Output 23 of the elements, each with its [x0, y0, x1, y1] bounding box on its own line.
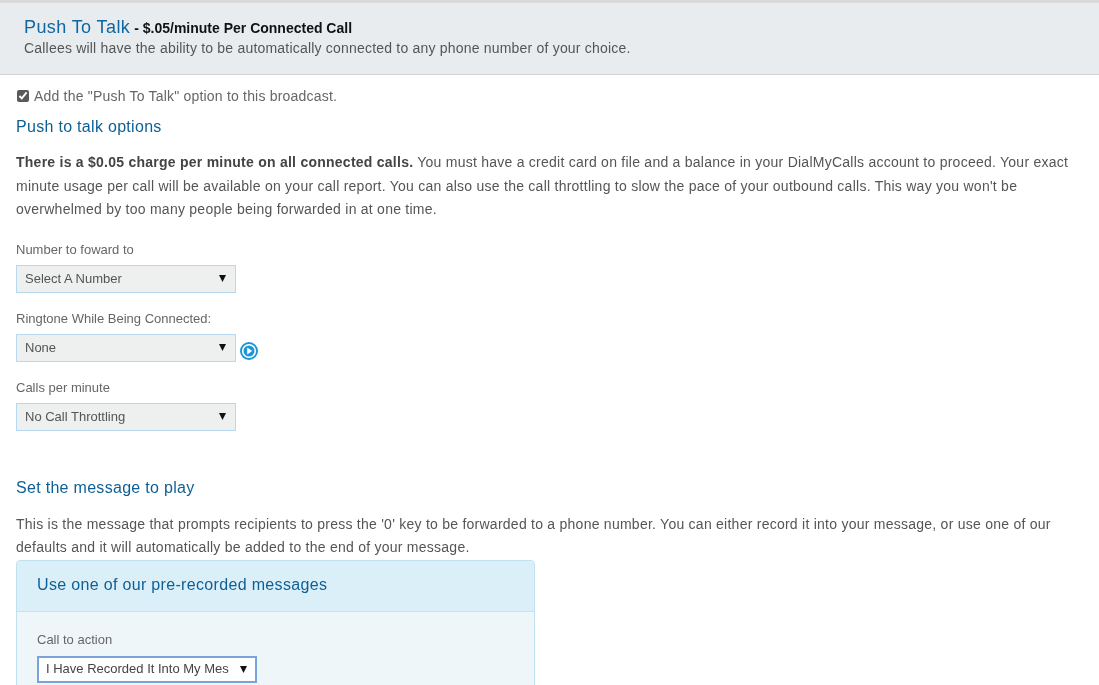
dropdown[interactable]: No Call Throttling	[16, 402, 236, 431]
caret-icon	[219, 344, 226, 351]
section-heading: Push to talk options	[16, 117, 163, 137]
field-label: Ringtone While Being Connected:	[16, 309, 213, 328]
caret-icon	[219, 413, 226, 420]
price-note: - $.05/minute Per Connected Call	[134, 20, 353, 36]
panel-title: Use one of our pre-recorded messages	[37, 574, 329, 595]
dropdown[interactable]: None	[16, 333, 236, 362]
field-label: Call to action	[37, 630, 114, 649]
dropdown[interactable]: Select A Number	[16, 264, 236, 293]
page-title: Push To Talk	[24, 17, 131, 37]
field-label: Number to foward to	[16, 240, 135, 259]
play-icon[interactable]	[240, 341, 258, 360]
charge-notice: There is a $0.05 charge per minute on all connected calls. You must have a credit card on file and a balance in your DialMyCalls account to proceed. Your exact minute usage per call will be available on your call report. You can also use the call throttling to slow the pace of your outbound calls. This way you won't be overwhelmed by too many people being forwarded in at one time.	[16, 153, 1070, 219]
message-description: This is the message that prompts recipients to press the '0' key to be forwarded to a phone number. You can either record it into your message, or use one of our defaults and it will automatically be added to the end of your message.	[16, 514, 1052, 557]
checkbox[interactable]	[17, 90, 29, 102]
header-description: Callees will have the ability to be automatically connected to any phone number of your choice.	[24, 39, 632, 57]
dropdown[interactable]: I Have Recorded It Into My Mes	[37, 655, 257, 683]
section-heading: Set the message to play	[16, 477, 196, 498]
checkbox-label: Add the "Push To Talk" option to this broadcast.	[34, 87, 338, 106]
caret-icon	[219, 275, 226, 282]
field-label: Calls per minute	[16, 378, 111, 397]
caret-icon	[240, 665, 247, 673]
